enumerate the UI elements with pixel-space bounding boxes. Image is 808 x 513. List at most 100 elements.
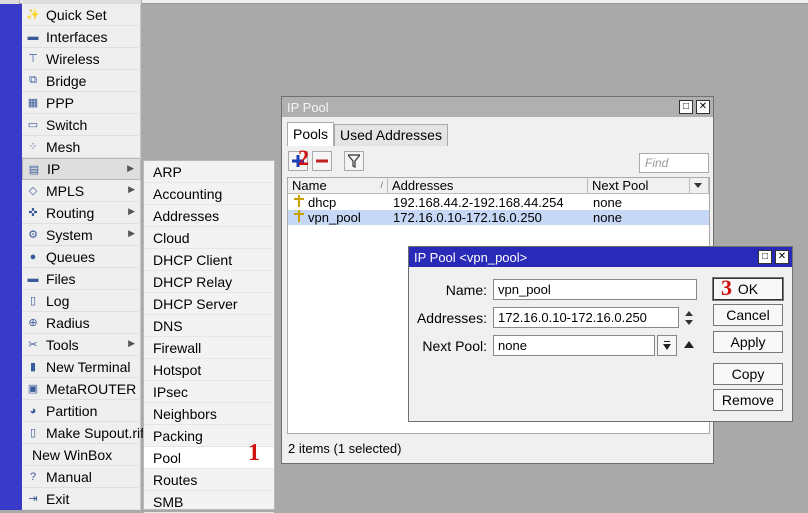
next-pool-collapse[interactable] xyxy=(683,339,695,351)
submenu-arrow-icon: ▶ xyxy=(128,228,135,238)
menu-item-ppp[interactable]: ▦ PPP xyxy=(22,92,141,114)
submenu-item-ipsec[interactable]: IPsec xyxy=(144,381,274,403)
help-icon: ? xyxy=(29,470,37,483)
detail-titlebar[interactable]: IP Pool <vpn_pool> □ ✕ xyxy=(409,247,792,267)
column-header-name[interactable]: Name / xyxy=(288,178,388,194)
mpls-icon: ◇ xyxy=(28,185,38,197)
submenu-arrow-icon: ▶ xyxy=(127,163,134,173)
submenu-item-hotspot[interactable]: Hotspot xyxy=(144,359,274,381)
row-next-pool: none xyxy=(593,210,622,225)
ip-pool-titlebar[interactable]: IP Pool □ ✕ xyxy=(282,97,713,117)
maximize-icon[interactable]: □ xyxy=(679,100,693,114)
menu-item-exit[interactable]: ⇥ Exit xyxy=(22,488,141,510)
menu-item-new-winbox[interactable]: New WinBox xyxy=(22,444,141,466)
submenu-item-dhcp-relay[interactable]: DHCP Relay xyxy=(144,271,274,293)
menu-item-label: Quick Set xyxy=(46,6,107,23)
menu-item-label: Manual xyxy=(46,468,92,485)
tab-pools[interactable]: Pools xyxy=(287,122,335,146)
menu-item-metarouter[interactable]: ▣ MetaROUTER xyxy=(22,378,141,400)
switch-icon: ▭ xyxy=(27,119,39,131)
menu-item-log[interactable]: ▯ Log xyxy=(22,290,141,312)
submenu-arrow-icon: ▶ xyxy=(128,338,135,348)
menu-item-new-terminal[interactable]: ▮ New Terminal xyxy=(22,356,141,378)
find-input[interactable]: Find xyxy=(639,153,709,173)
minus-icon xyxy=(316,159,328,163)
submenu-item-dhcp-client[interactable]: DHCP Client xyxy=(144,249,274,271)
filter-icon xyxy=(348,154,360,168)
menu-item-tools[interactable]: ✂ Tools ▶ xyxy=(22,334,141,356)
next-pool-dropdown-button[interactable] xyxy=(657,335,677,356)
menu-item-make-supout-rif[interactable]: ▯ Make Supout.rif xyxy=(22,422,144,444)
copy-button[interactable]: Copy xyxy=(713,363,783,385)
step-marker-2: 2 xyxy=(298,145,309,170)
window-title: IP Pool <vpn_pool> xyxy=(414,249,528,265)
folder-icon: ▬ xyxy=(27,272,39,285)
sort-icon: / xyxy=(380,180,383,190)
document-icon: ▯ xyxy=(29,427,37,439)
menu-item-label: MPLS xyxy=(46,182,85,199)
submenu-item-accounting[interactable]: Accounting xyxy=(144,183,274,205)
maximize-icon[interactable]: □ xyxy=(758,250,772,264)
menu-item-switch[interactable]: ▭ Switch xyxy=(22,114,141,136)
close-icon[interactable]: ✕ xyxy=(775,250,789,264)
addresses-field[interactable]: 172.16.0.10-172.16.0.250 xyxy=(493,307,679,328)
column-header-addresses[interactable]: Addresses xyxy=(388,178,588,194)
submenu-item-firewall[interactable]: Firewall xyxy=(144,337,274,359)
menu-item-mesh[interactable]: ⁘ Mesh xyxy=(22,136,141,158)
cancel-button[interactable]: Cancel xyxy=(713,304,783,326)
submenu-item-routes[interactable]: Routes xyxy=(144,469,274,491)
chevron-down-icon xyxy=(694,183,702,188)
menu-item-label: Tools xyxy=(46,336,79,353)
menu-item-interfaces[interactable]: ▬ Interfaces xyxy=(22,26,141,48)
apply-button[interactable]: Apply xyxy=(713,331,783,353)
next-pool-select[interactable]: none xyxy=(493,335,655,356)
chevron-up-icon xyxy=(684,341,694,348)
table-row-selected[interactable]: vpn_pool 172.16.0.10-172.16.0.250 none xyxy=(288,210,709,225)
menu-item-queues[interactable]: ● Queues xyxy=(22,246,141,268)
submenu-item-neighbors[interactable]: Neighbors xyxy=(144,403,274,425)
submenu-item-arp[interactable]: ARP xyxy=(144,161,274,183)
columns-dropdown[interactable] xyxy=(690,178,709,194)
close-icon[interactable]: ✕ xyxy=(696,100,710,114)
menu-item-ip[interactable]: ▤ IP ▶ xyxy=(22,158,141,180)
menu-item-radius[interactable]: ⊕ Radius xyxy=(22,312,141,334)
column-header-next-pool[interactable]: Next Pool xyxy=(588,178,690,194)
menu-item-partition[interactable]: ◕ Partition xyxy=(22,400,141,422)
menu-item-label: New WinBox xyxy=(32,446,113,463)
menu-item-label: Files xyxy=(46,270,76,287)
menu-item-mpls[interactable]: ◇ MPLS ▶ xyxy=(22,180,141,202)
status-text: 2 items (1 selected) xyxy=(288,441,402,456)
menu-item-label: Wireless xyxy=(46,50,100,67)
menu-item-files[interactable]: ▬ Files xyxy=(22,268,141,290)
submenu-arrow-icon: ▶ xyxy=(128,206,135,216)
step-marker-1: 1 xyxy=(248,440,260,466)
remove-button[interactable] xyxy=(312,151,332,171)
addresses-updown[interactable] xyxy=(683,309,695,327)
submenu-item-dhcp-server[interactable]: DHCP Server xyxy=(144,293,274,315)
submenu-item-addresses[interactable]: Addresses xyxy=(144,205,274,227)
menu-item-manual[interactable]: ? Manual xyxy=(22,466,141,488)
menu-item-bridge[interactable]: ⧉ Bridge xyxy=(22,70,141,92)
submenu-item-dns[interactable]: DNS xyxy=(144,315,274,337)
remove-entry-button[interactable]: Remove xyxy=(713,389,783,411)
metarouter-icon: ▣ xyxy=(27,383,39,395)
menu-item-label: New Terminal xyxy=(46,358,131,375)
tab-used-addresses[interactable]: Used Addresses xyxy=(334,124,448,146)
partition-icon: ◕ xyxy=(29,404,37,417)
name-field[interactable]: vpn_pool xyxy=(493,279,697,300)
menu-item-wireless[interactable]: ⊤ Wireless xyxy=(22,48,141,70)
radius-icon: ⊕ xyxy=(28,317,38,329)
menu-item-label: MetaROUTER xyxy=(46,380,137,397)
submenu-item-cloud[interactable]: Cloud xyxy=(144,227,274,249)
mesh-icon: ⁘ xyxy=(28,141,38,153)
menu-item-routing[interactable]: ✜ Routing ▶ xyxy=(22,202,141,224)
main-menu: ✨ Quick Set ▬ Interfaces ⊤ Wireless ⧉ Bridge ▦ PP… xyxy=(22,4,144,510)
antenna-icon: ⊤ xyxy=(28,53,38,65)
filter-button[interactable] xyxy=(344,151,364,171)
bridge-icon: ⧉ xyxy=(29,74,37,86)
menu-item-quick-set[interactable]: ✨ Quick Set xyxy=(22,4,141,26)
table-row[interactable]: dhcp 192.168.44.2-192.168.44.254 none xyxy=(288,195,709,210)
pool-icon xyxy=(293,210,305,225)
menu-item-label: IP xyxy=(47,161,61,177)
menu-item-system[interactable]: ⚙ System ▶ xyxy=(22,224,141,246)
